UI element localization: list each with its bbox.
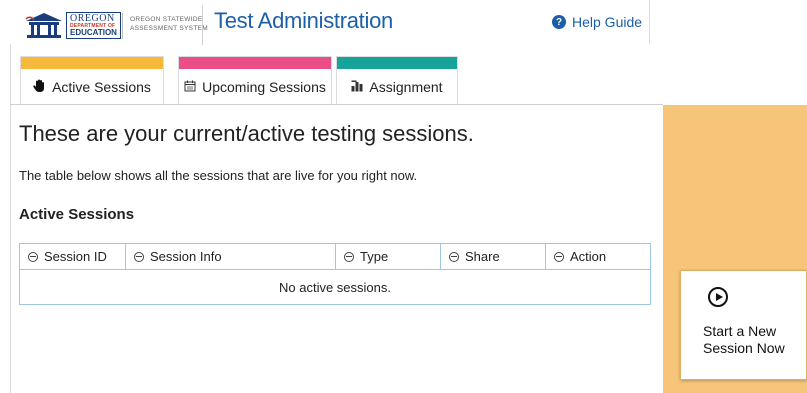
column-header-action[interactable]: Action	[546, 244, 650, 269]
header-divider	[122, 13, 123, 39]
page-description: The table below shows all the sessions t…	[19, 168, 418, 183]
system-name-line-2: ASSESSMENT SYSTEM	[130, 25, 208, 32]
logo-line-1: OREGON	[70, 12, 115, 24]
column-header-session-id[interactable]: Session ID	[20, 244, 126, 269]
help-guide-label: Help Guide	[572, 14, 643, 30]
sort-icon	[554, 251, 564, 262]
table-empty-message: No active sessions.	[279, 279, 391, 295]
column-label: Session ID	[44, 249, 107, 264]
tab-label-row: Upcoming Sessions	[179, 69, 331, 105]
start-label-line-1: Start a New	[703, 323, 777, 339]
column-label: Action	[570, 249, 607, 264]
tab-assignment[interactable]: Assignment	[336, 56, 458, 104]
calendar-icon	[184, 80, 196, 95]
column-header-share[interactable]: Share	[441, 244, 546, 269]
help-guide-link[interactable]: ? Help Guide	[552, 14, 642, 30]
sort-icon	[344, 251, 354, 262]
tab-color-bar	[337, 57, 457, 69]
session-tabs: Active Sessions Upcoming Sessions Assign…	[10, 56, 650, 104]
start-new-session-button[interactable]: Start a New Session Now	[680, 270, 807, 380]
play-circle-icon	[708, 287, 728, 307]
tab-color-bar	[21, 57, 163, 69]
chart-icon	[351, 80, 363, 95]
column-label: Share	[465, 249, 500, 264]
tab-label-row: Assignment	[337, 69, 457, 105]
sort-icon	[134, 251, 144, 262]
column-header-type[interactable]: Type	[336, 244, 441, 269]
table-header: Session ID Session Info Type Share Actio…	[20, 244, 650, 270]
app-header: OREGON DEPARTMENT OF EDUCATION OREGON ST…	[10, 0, 650, 45]
column-label: Type	[360, 249, 389, 264]
tab-active-sessions[interactable]: Active Sessions	[20, 56, 164, 104]
question-circle-icon: ?	[552, 15, 566, 29]
tab-upcoming-sessions[interactable]: Upcoming Sessions	[178, 56, 332, 104]
start-session-label: Start a New Session Now	[703, 323, 785, 357]
active-sessions-table: Session ID Session Info Type Share Actio…	[19, 243, 651, 305]
oregon-education-logo[interactable]: OREGON DEPARTMENT OF EDUCATION	[24, 10, 121, 40]
logo-line-3: EDUCATION	[70, 27, 117, 37]
hand-icon	[33, 79, 46, 96]
column-header-session-info[interactable]: Session Info	[126, 244, 336, 269]
app-title: Test Administration	[214, 8, 393, 33]
sort-icon	[449, 251, 459, 262]
logo-wordmark: OREGON DEPARTMENT OF EDUCATION	[66, 11, 121, 39]
page-title: These are your current/active testing se…	[19, 121, 474, 146]
tab-label-row: Active Sessions	[21, 69, 163, 105]
section-title: Active Sessions	[19, 206, 135, 223]
system-name-line-1: OREGON STATEWIDE	[130, 16, 203, 23]
tab-divider	[10, 104, 663, 105]
tab-label: Assignment	[369, 79, 443, 95]
tab-label: Active Sessions	[52, 79, 151, 95]
system-name: OREGON STATEWIDE ASSESSMENT SYSTEM	[130, 15, 208, 33]
sort-icon	[28, 251, 38, 262]
tab-color-bar	[179, 57, 331, 69]
header-divider	[202, 5, 203, 45]
school-building-icon	[24, 11, 64, 39]
tab-label: Upcoming Sessions	[202, 79, 326, 95]
start-label-line-2: Session Now	[703, 340, 785, 356]
column-label: Session Info	[150, 249, 222, 264]
